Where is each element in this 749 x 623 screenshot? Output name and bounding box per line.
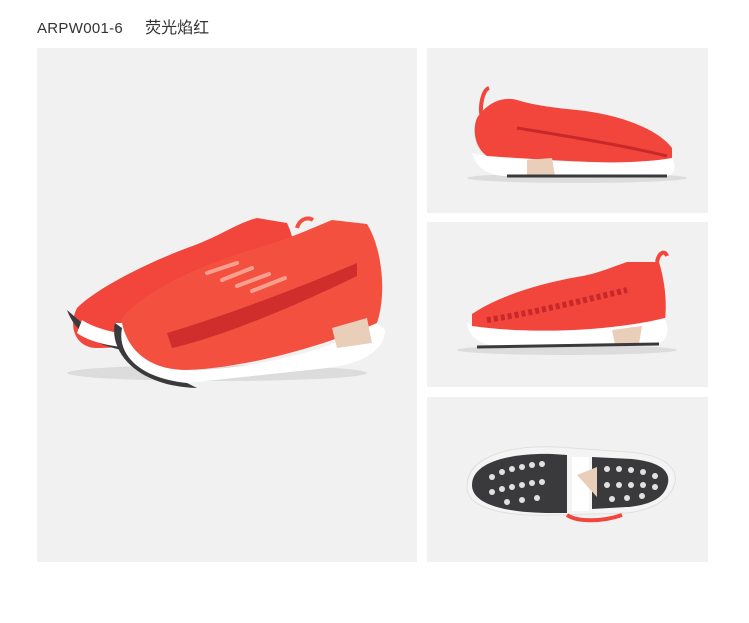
product-caption: ARPW001-6 荧光焰红 xyxy=(37,14,209,38)
shoe-outsole-view[interactable] xyxy=(427,397,708,562)
shoe-pair-front-view[interactable] xyxy=(37,48,417,562)
product-color-name: 荧光焰红 xyxy=(145,18,210,37)
shoe-side-view-right[interactable] xyxy=(427,222,708,387)
shoe-pair-illustration xyxy=(67,216,385,388)
product-code: ARPW001-6 xyxy=(37,20,124,37)
shoe-side-illustration-1 xyxy=(467,86,687,183)
shoe-side-illustration-2 xyxy=(457,250,677,355)
shoe-side-view-left[interactable] xyxy=(427,48,708,213)
shoe-outsole-illustration xyxy=(466,446,676,523)
